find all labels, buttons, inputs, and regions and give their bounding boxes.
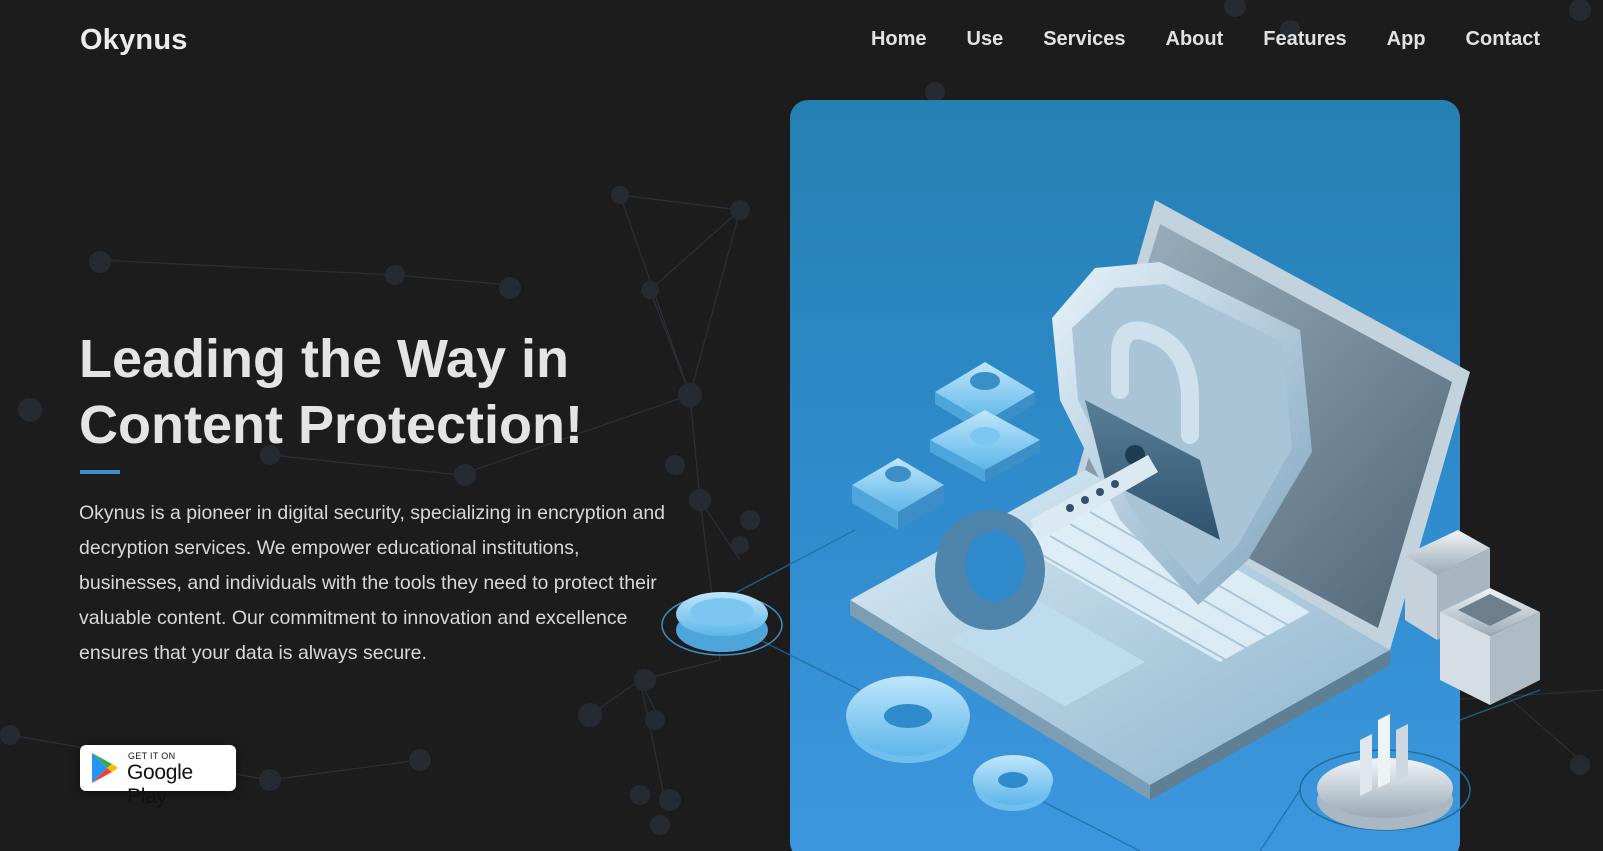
floating-disc-icon [661,592,783,656]
chip-icon [852,458,944,530]
gear-icon [846,676,970,763]
security-illustration [661,200,1541,851]
landing-page: Okynus Home Use Services About Features … [0,0,1603,851]
server-stack-icon [1405,530,1540,705]
small-gear-icon [973,755,1053,811]
chip-stack-icon [930,362,1040,482]
bar-chart-icon [1299,714,1471,831]
